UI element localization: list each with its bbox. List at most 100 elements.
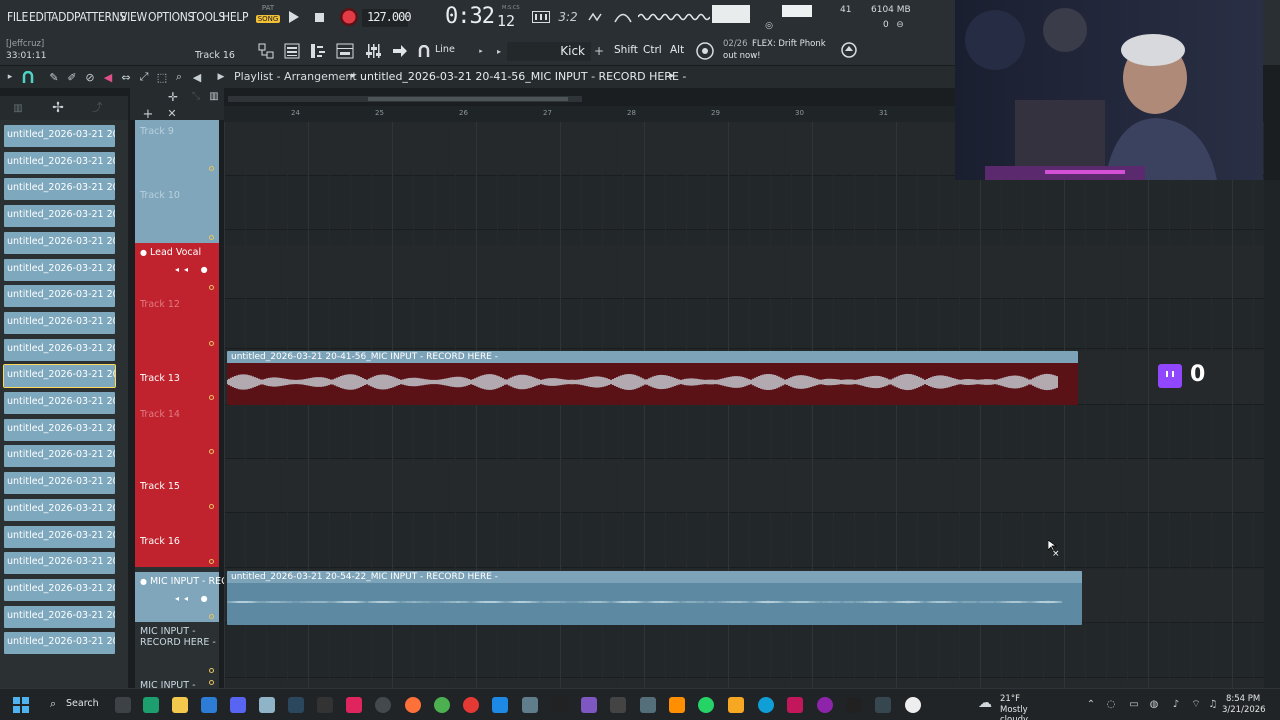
track-header[interactable]: MIC INPUT - [135, 676, 219, 691]
track-header[interactable]: Track 15 [135, 457, 219, 512]
draw-tool-icon[interactable]: ✎ [47, 70, 61, 84]
browser-item[interactable]: untitled_2026-03-21 20-... [4, 258, 115, 281]
browser-snap-icon[interactable]: ✢ [50, 100, 66, 116]
snap-magnet-icon[interactable] [21, 70, 35, 84]
tray-app-3-icon[interactable]: ◍ [1148, 698, 1160, 710]
metronome-icon[interactable] [613, 9, 633, 25]
browser-item[interactable]: untitled_2026-03-21 20-... [4, 472, 115, 495]
countdown-icon[interactable]: 3:2 [557, 9, 579, 25]
piano-roll-icon[interactable] [308, 41, 328, 61]
browser-item[interactable]: untitled_2026-03-21 20-... [4, 498, 115, 521]
track-dot-icon[interactable] [209, 341, 214, 346]
media-player-icon[interactable] [905, 697, 921, 713]
steam-icon[interactable] [288, 697, 304, 713]
track-controls[interactable]: ◂◂ ● [175, 265, 213, 274]
zoom-tool-icon[interactable]: ⌕ [172, 70, 186, 84]
file-explorer-icon[interactable] [172, 697, 188, 713]
track-dot-icon[interactable] [209, 449, 214, 454]
browser-item[interactable]: untitled_2026-03-21 20-... [4, 151, 115, 174]
select-tool-icon[interactable]: ⬚ [155, 70, 169, 84]
chrome-icon[interactable] [434, 697, 450, 713]
menu-file[interactable]: FILE [7, 10, 28, 24]
browser-item[interactable]: untitled_2026-03-21 20-... [4, 338, 115, 361]
playlist-lane[interactable] [224, 176, 1264, 230]
track-header[interactable]: Track 14 [135, 403, 219, 457]
horizontal-scrollbar[interactable] [228, 96, 582, 102]
app-slate-icon[interactable] [640, 697, 656, 713]
modifier-ctrl[interactable]: Ctrl [643, 44, 662, 56]
menu-view[interactable]: VIEW [120, 10, 147, 24]
patterns-icon[interactable] [256, 41, 276, 61]
stop-icon[interactable] [313, 11, 325, 23]
playlist-lane[interactable] [224, 405, 1264, 459]
arrow-right-icon[interactable] [391, 42, 409, 60]
panel-icon[interactable]: ▥ [208, 90, 220, 102]
track-dot-icon[interactable] [209, 285, 214, 290]
microphone-icon[interactable]: ♪ [1170, 698, 1182, 710]
fl-studio-icon[interactable] [728, 697, 744, 713]
track-header[interactable]: ● ◂◂ ● MIC INPUT - REC... [135, 572, 237, 622]
news-icon[interactable] [695, 41, 715, 61]
browser-item[interactable]: untitled_2026-03-21 20-... [4, 418, 115, 441]
track-dot-icon[interactable] [209, 668, 214, 673]
track-dot-icon[interactable] [209, 559, 214, 564]
playlist-pattern-name[interactable]: untitled_2026-03-21 20-41-56_MIC INPUT -… [360, 70, 686, 83]
app-pink-icon[interactable] [787, 697, 803, 713]
magnet-icon[interactable] [417, 44, 431, 58]
tray-app-2-icon[interactable]: ▭ [1128, 698, 1140, 710]
mixer-icon[interactable] [363, 41, 383, 61]
zoom-horizontal-icon[interactable]: ✛ [166, 90, 180, 104]
app-purple-icon[interactable] [817, 697, 833, 713]
menu-tools[interactable]: TOOLS [190, 10, 225, 24]
app-dark-icon[interactable] [846, 697, 862, 713]
browser-item[interactable]: untitled_2026-03-21 20-... [4, 632, 115, 655]
taskbar-search[interactable]: ⌕ Search [46, 695, 106, 715]
network-icon[interactable]: ⌔ [1190, 698, 1202, 710]
volume-icon[interactable]: ♫ [1207, 698, 1219, 710]
channel-prev-icon[interactable]: ▸ [494, 46, 504, 56]
vertical-scrollbar[interactable] [1264, 180, 1280, 688]
slice-tool-icon[interactable]: ⤢ [137, 70, 151, 84]
track-header[interactable]: Track 10 [135, 174, 219, 243]
app-red-icon[interactable] [463, 697, 479, 713]
track-header[interactable]: ● ◂◂ ● Lead Vocal [135, 243, 219, 293]
tempo-display[interactable]: 127.000 [362, 9, 412, 27]
menu-patterns[interactable]: PATTERNS [74, 10, 126, 24]
browser-item[interactable]: untitled_2026-03-21 20-... [4, 525, 115, 548]
playlist-icon[interactable] [282, 41, 302, 61]
app-orange-icon[interactable] [669, 697, 685, 713]
channel-rack-icon[interactable] [335, 41, 355, 61]
online-icon[interactable] [840, 41, 858, 59]
track-dot-icon[interactable] [209, 504, 214, 509]
track-header[interactable]: Track 16 [135, 512, 219, 567]
track-dot-icon[interactable] [209, 614, 214, 619]
task-view-icon[interactable] [115, 697, 131, 713]
timeline-ruler[interactable]: 24 25 26 27 28 29 30 31 [224, 106, 960, 122]
arrangement-area[interactable]: untitled_2026-03-21 20-41-56_MIC INPUT -… [224, 122, 1264, 688]
obs-icon[interactable] [375, 697, 391, 713]
browser-link-icon[interactable]: ⤴ [90, 100, 104, 114]
record-arm-icon[interactable]: ● [140, 248, 147, 257]
playlist-lane[interactable] [224, 295, 1264, 349]
xbox-icon[interactable] [143, 697, 159, 713]
record-button[interactable] [338, 6, 360, 28]
modifier-shift[interactable]: Shift [614, 44, 638, 56]
clock-time[interactable]: 8:54 PM [1226, 694, 1260, 704]
track-header[interactable]: Track 13 [135, 349, 219, 403]
playlist-lane[interactable] [224, 459, 1264, 513]
clock-date[interactable]: 3/21/2026 [1222, 705, 1266, 715]
epic-games-icon[interactable] [317, 697, 333, 713]
delete-tool-icon[interactable]: ⊘ [83, 70, 97, 84]
track-header[interactable]: Track 9 [135, 120, 219, 174]
menu-add[interactable]: ADD [51, 10, 74, 24]
tray-expand-icon[interactable]: ⌃ [1085, 698, 1097, 710]
browser-item[interactable]: untitled_2026-03-21 20-... [4, 178, 115, 201]
paint-tool-icon[interactable]: ✐ [65, 70, 79, 84]
notes-icon[interactable] [492, 697, 508, 713]
weather-widget[interactable]: ☁ 21°F Mostly cloudy [978, 694, 1058, 720]
photos-icon[interactable] [259, 697, 275, 713]
track-dot-icon[interactable] [209, 680, 214, 685]
playlist-lane[interactable] [224, 514, 1264, 568]
controller-icon[interactable] [581, 697, 597, 713]
browser-item[interactable]: untitled_2026-03-21 20-... [4, 285, 115, 308]
